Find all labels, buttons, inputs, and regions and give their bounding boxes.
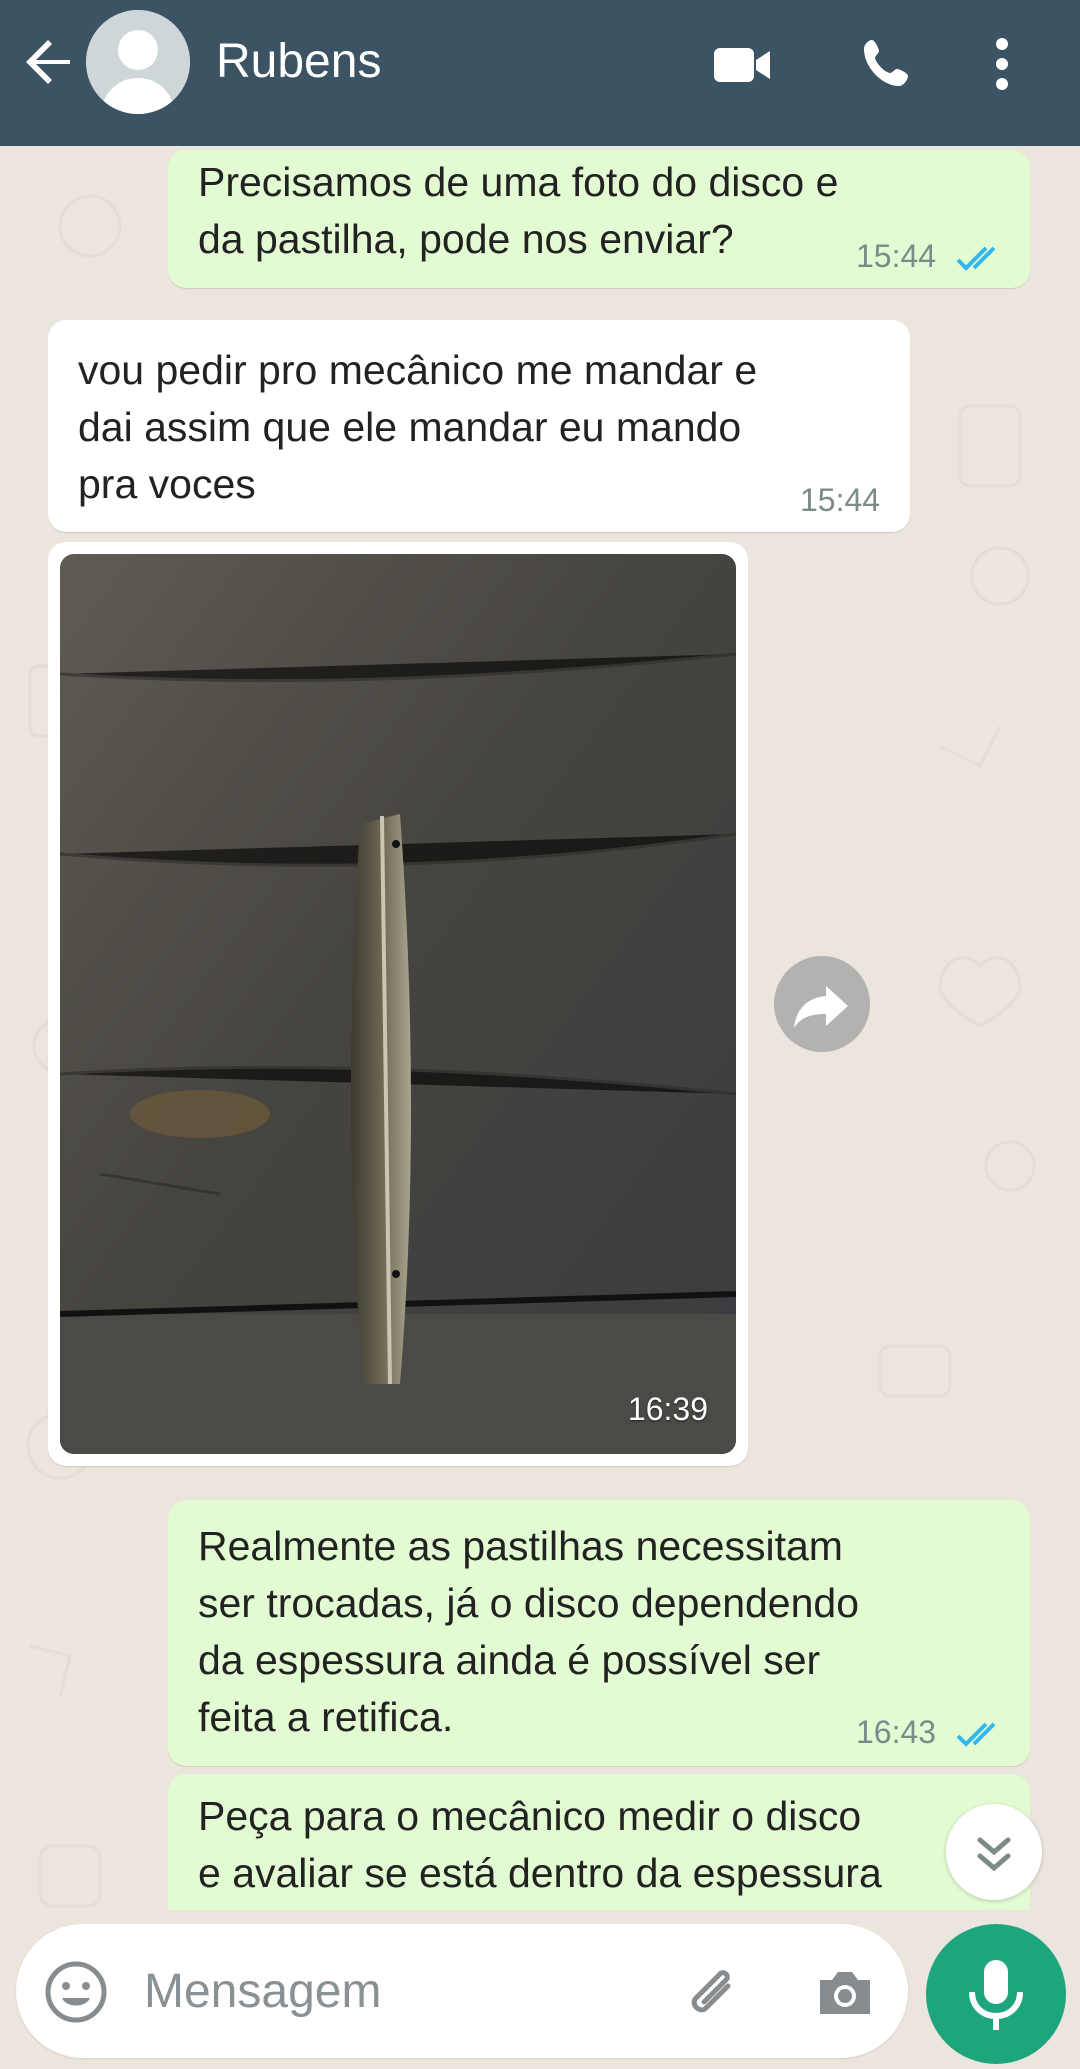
video-call-icon[interactable] [710,34,774,94]
back-arrow-icon[interactable] [18,30,82,94]
read-ticks-icon [956,1722,996,1747]
message-text: Peça para o mecânico medir o disco e ava… [198,1793,882,1896]
message-text: Realmente as pastilhas necessitam ser tr… [198,1523,860,1740]
double-chevron-down-icon [977,1837,1011,1872]
more-options-icon[interactable] [982,34,1022,94]
phone-icon[interactable] [856,34,920,94]
message-input[interactable]: Mensagem [144,1964,381,2019]
message-time: 15:44 [856,238,937,274]
brake-photo[interactable]: 16:39 [60,554,736,1454]
message-text: Precisamos de uma foto do disco e da pas… [198,159,839,262]
scroll-to-bottom-button[interactable] [946,1804,1042,1900]
message-bubble-outgoing[interactable]: Realmente as pastilhas necessitam ser tr… [168,1500,1030,1766]
read-ticks-icon [956,246,996,271]
message-bubble-outgoing[interactable]: Peça para o mecânico medir o disco e ava… [168,1774,1030,1910]
message-text: vou pedir pro mecânico me mandar e dai a… [78,347,758,507]
message-composer[interactable]: Mensagem [16,1924,908,2058]
voice-message-button[interactable] [926,1924,1066,2064]
message-time: 16:43 [856,1714,937,1750]
forward-icon [794,986,848,1028]
camera-icon[interactable] [812,1960,878,2026]
chat-header: Rubens [0,0,1080,146]
microphone-icon [969,1960,1023,2030]
message-time: 15:44 [800,482,881,518]
message-bubble-incoming[interactable]: vou pedir pro mecânico me mandar e dai a… [48,320,910,532]
avatar[interactable] [86,10,190,114]
clipped-message-wrapper: Peça para o mecânico medir o disco e ava… [0,1774,1080,1910]
forward-button[interactable] [774,956,870,1052]
emoji-icon[interactable] [44,1960,108,2024]
contact-name[interactable]: Rubens [216,34,381,89]
message-bubble-outgoing[interactable]: Precisamos de uma foto do disco e da pas… [168,150,1030,288]
image-time: 16:39 [627,1391,708,1427]
attach-icon[interactable] [682,1960,748,2026]
image-message[interactable]: 16:39 [48,542,748,1466]
